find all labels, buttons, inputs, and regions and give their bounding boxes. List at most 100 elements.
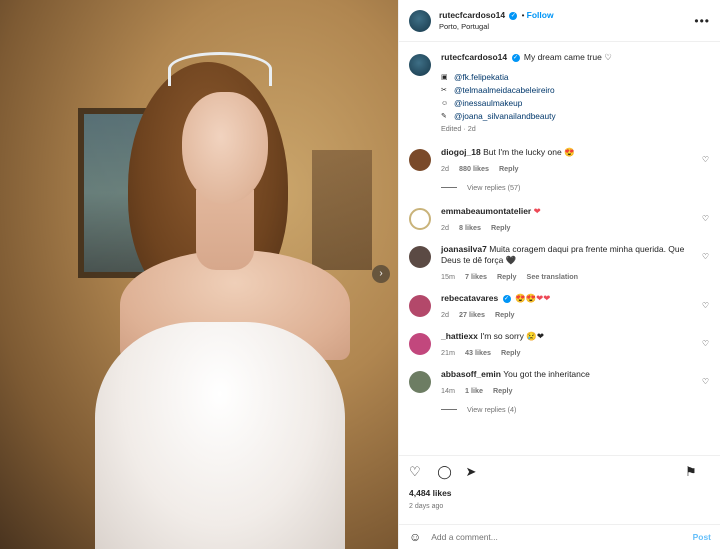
comment-username[interactable]: _hattiexx	[441, 331, 478, 341]
comment-username[interactable]: abbasoff_emin	[441, 369, 501, 379]
comments-list[interactable]: rutecfcardoso14 ✓ My dream came true ♡ ▣…	[399, 42, 720, 452]
share-icon[interactable]: ➤	[465, 464, 481, 480]
post-header: rutecfcardoso14 ✓ • Follow Porto, Portug…	[399, 0, 720, 42]
comment-username[interactable]: rebecatavares	[441, 293, 498, 303]
post-location[interactable]: Porto, Portugal	[439, 22, 694, 31]
replies-divider	[441, 409, 457, 410]
photo-face	[182, 92, 268, 204]
post-panel: rutecfcardoso14 ✓ • Follow Porto, Portug…	[398, 0, 720, 549]
comment-time[interactable]: 15m	[441, 272, 455, 281]
reply-button[interactable]: Reply	[491, 223, 511, 232]
verified-badge-icon: ✓	[502, 294, 511, 303]
author-avatar[interactable]	[409, 9, 431, 32]
author-avatar[interactable]	[409, 54, 431, 76]
credit-line: ✎ @joana_silvanailandbeauty	[441, 111, 612, 121]
like-comment-icon[interactable]: ♡	[702, 155, 709, 164]
comment-likes[interactable]: 43 likes	[465, 348, 491, 357]
view-replies-label: View replies (4)	[467, 405, 517, 414]
comment-text: You got the inheritance	[503, 369, 590, 379]
comment-likes[interactable]: 27 likes	[459, 310, 485, 319]
like-comment-icon[interactable]: ♡	[702, 339, 709, 348]
credit-handle[interactable]: @fk.felipekatia	[454, 72, 509, 82]
post-photo[interactable]: ›	[0, 0, 398, 549]
post-time[interactable]: 2 days ago	[409, 503, 443, 510]
comment-likes[interactable]: 8 likes	[459, 223, 481, 232]
comment-text: 😍😍❤❤	[514, 293, 551, 303]
comment: joanasilva7 Muita coragem daqui pra fren…	[409, 244, 711, 281]
credit-line: ▣ @fk.felipekatia	[441, 72, 612, 82]
photo-door	[312, 150, 372, 270]
see-translation-button[interactable]: See translation	[527, 272, 579, 281]
view-replies-button[interactable]: View replies (57)	[441, 183, 711, 192]
comment: emmabeaumontatelier ❤ 2d 8 likes Reply ♡	[409, 206, 711, 232]
caption-text: My dream came true ♡	[523, 52, 612, 62]
photo-dress	[95, 322, 345, 549]
reply-button[interactable]: Reply	[497, 272, 517, 281]
commenter-avatar[interactable]	[409, 333, 431, 355]
commenter-avatar[interactable]	[409, 149, 431, 171]
author-username[interactable]: rutecfcardoso14	[439, 10, 505, 20]
like-comment-icon[interactable]: ♡	[702, 214, 709, 223]
heart-icon[interactable]: ♡	[409, 464, 425, 480]
comment-likes[interactable]: 7 likes	[465, 272, 487, 281]
like-comment-icon[interactable]: ♡	[702, 252, 709, 261]
reply-button[interactable]: Reply	[499, 164, 519, 173]
comment-username[interactable]: joanasilva7	[441, 244, 487, 254]
action-bar: ♡ ◯ ➤ ⚑	[399, 455, 720, 485]
caption-username[interactable]: rutecfcardoso14	[441, 52, 507, 62]
comment-input[interactable]: Add a comment...	[431, 532, 692, 542]
credit-handle[interactable]: @inessaulmakeup	[454, 98, 522, 108]
likes-count[interactable]: 4,484 likes	[409, 488, 452, 498]
credit-line: ✂ @telmaalmeidacabeleireiro	[441, 85, 612, 95]
scissors-icon: ✂	[441, 87, 447, 94]
comment-time[interactable]: 2d	[441, 310, 449, 319]
comment: _hattiexx I'm so sorry 😢❤ 21m 43 likes Rep…	[409, 331, 711, 357]
view-replies-label: View replies (57)	[467, 183, 521, 192]
verified-badge-icon: ✓	[511, 53, 520, 62]
comment-text: I'm so sorry 😢❤	[480, 331, 544, 341]
post-comment-button[interactable]: Post	[693, 532, 711, 542]
chevron-right-icon: ›	[379, 268, 383, 279]
more-options-icon[interactable]: •••	[694, 14, 710, 28]
comment-icon[interactable]: ◯	[437, 464, 453, 480]
emoji-icon[interactable]: ☺	[409, 530, 421, 544]
comment-text: ❤	[533, 206, 541, 216]
camera-icon: ▣	[441, 74, 448, 81]
like-comment-icon[interactable]: ♡	[702, 301, 709, 310]
reply-button[interactable]: Reply	[501, 348, 521, 357]
commenter-avatar[interactable]	[409, 371, 431, 393]
caption: rutecfcardoso14 ✓ My dream came true ♡ ▣…	[409, 52, 711, 133]
makeup-icon: ☺	[441, 99, 449, 107]
credit-handle[interactable]: @joana_silvanailandbeauty	[454, 111, 556, 121]
dot-separator: •	[521, 11, 525, 20]
commenter-avatar[interactable]	[409, 295, 431, 317]
comment-likes[interactable]: 1 like	[465, 386, 483, 395]
next-photo-button[interactable]: ›	[372, 265, 390, 283]
comment-time[interactable]: 14m	[441, 386, 455, 395]
like-comment-icon[interactable]: ♡	[702, 377, 709, 386]
add-comment-bar: ☺ Add a comment... Post	[399, 524, 720, 549]
comment-likes[interactable]: 880 likes	[459, 164, 489, 173]
comment-time[interactable]: 2d	[441, 223, 449, 232]
verified-badge-icon: ✓	[509, 11, 518, 20]
caption-edited: Edited · 2d	[441, 124, 476, 133]
author-info: rutecfcardoso14 ✓ • Follow Porto, Portug…	[439, 10, 694, 31]
bookmark-icon[interactable]: ⚑	[685, 464, 701, 480]
comment-text: But I'm the lucky one 😍	[483, 147, 575, 157]
comment-time[interactable]: 2d	[441, 164, 449, 173]
credit-handle[interactable]: @telmaalmeidacabeleireiro	[454, 85, 555, 95]
follow-button[interactable]: Follow	[527, 10, 554, 20]
comment-username[interactable]: diogoj_18	[441, 147, 481, 157]
comment: abbasoff_emin You got the inheritance 14…	[409, 369, 711, 395]
view-replies-button[interactable]: View replies (4)	[441, 405, 711, 414]
replies-divider	[441, 187, 457, 188]
reply-button[interactable]: Reply	[493, 386, 513, 395]
comment-time[interactable]: 21m	[441, 348, 455, 357]
credit-line: ☺ @inessaulmakeup	[441, 98, 612, 108]
comment: rebecatavares ✓ 😍😍❤❤ 2d 27 likes Reply ♡	[409, 293, 711, 319]
commenter-avatar[interactable]	[409, 208, 431, 230]
comment-username[interactable]: emmabeaumontatelier	[441, 206, 531, 216]
nail-polish-icon: ✎	[441, 113, 447, 120]
commenter-avatar[interactable]	[409, 246, 431, 268]
reply-button[interactable]: Reply	[495, 310, 515, 319]
